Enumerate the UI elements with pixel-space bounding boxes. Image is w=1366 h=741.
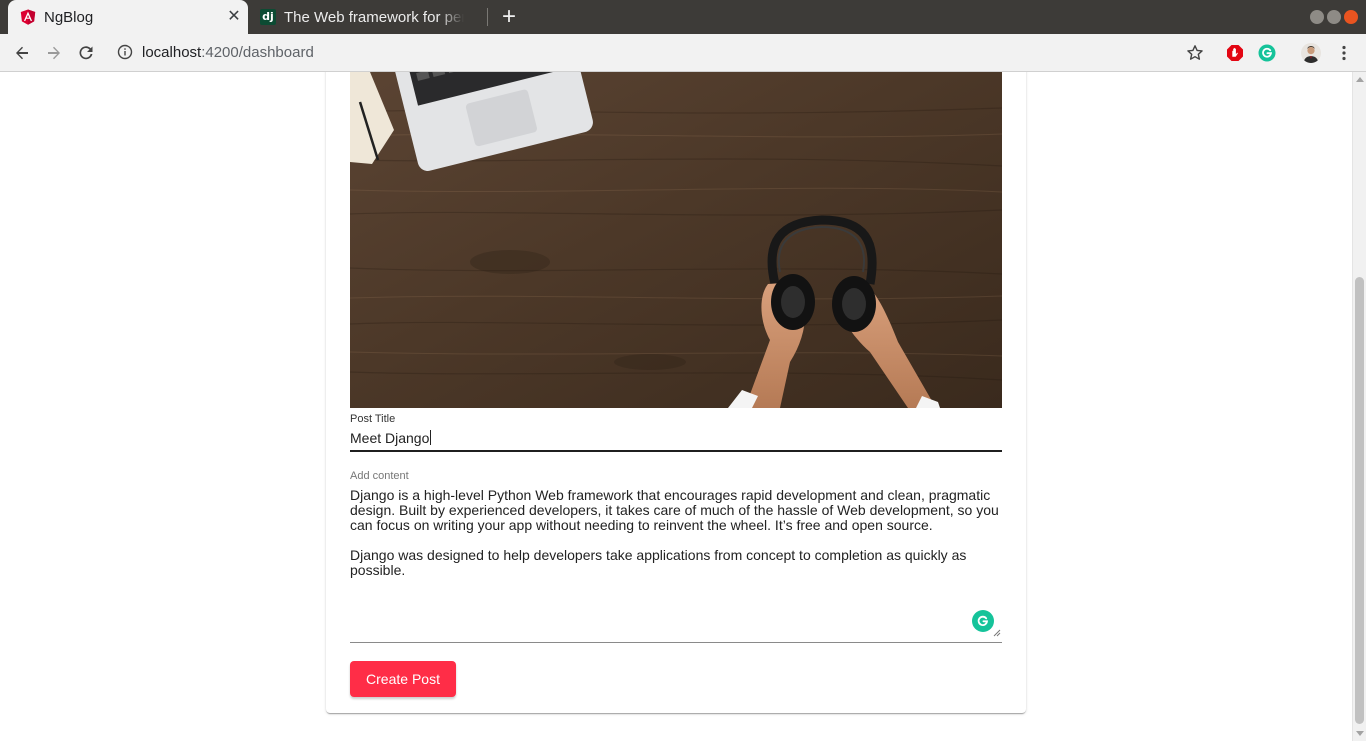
window-controls <box>1310 10 1358 24</box>
post-title-input[interactable]: Meet Django <box>350 430 432 446</box>
django-icon: dj <box>260 9 276 25</box>
scroll-up-arrow-icon[interactable] <box>1356 77 1364 82</box>
content-underline <box>350 642 1002 643</box>
bookmark-button[interactable] <box>1183 41 1207 65</box>
tab-strip: NgBlog ✕ dj The Web framework for perfec… <box>0 0 1366 34</box>
kebab-menu-icon <box>1342 45 1346 61</box>
grammarly-extension[interactable] <box>1255 41 1279 65</box>
content-paragraph: Django was designed to help developers t… <box>350 547 967 578</box>
back-button[interactable] <box>10 41 34 65</box>
arrow-left-icon <box>16 46 28 60</box>
content-label: Add content <box>350 470 409 482</box>
star-icon <box>1187 45 1203 60</box>
reload-button[interactable] <box>74 41 98 65</box>
reload-icon <box>79 46 93 60</box>
adblock-icon <box>1227 45 1243 61</box>
post-cover-image <box>350 72 1002 408</box>
scrollbar-thumb[interactable] <box>1355 277 1364 724</box>
tab-django[interactable]: dj The Web framework for perfectionists … <box>252 0 486 34</box>
post-title-underline <box>350 450 1002 452</box>
angular-icon <box>20 9 36 25</box>
minimize-button[interactable] <box>1310 10 1324 24</box>
text-caret <box>430 430 432 445</box>
url-field[interactable]: localhost:4200/dashboard <box>142 44 314 61</box>
create-post-button[interactable]: Create Post <box>350 661 456 697</box>
tab-ngblog[interactable]: NgBlog ✕ <box>8 0 248 34</box>
new-tab-button[interactable]: + <box>498 5 520 29</box>
scroll-down-arrow-icon[interactable] <box>1356 731 1364 736</box>
browser-toolbar: localhost:4200/dashboard <box>0 34 1366 72</box>
profile-avatar[interactable] <box>1299 41 1323 65</box>
adblock-extension[interactable] <box>1223 41 1247 65</box>
content-paragraph: Django is a high-level Python Web framew… <box>350 487 999 533</box>
post-title-value: Meet Django <box>350 430 430 446</box>
tab-title: NgBlog <box>44 8 94 26</box>
post-title-label: Post Title <box>350 413 396 425</box>
url-path: :4200/dashboard <box>201 44 314 61</box>
resize-handle-icon[interactable] <box>993 629 1001 637</box>
vertical-scrollbar[interactable] <box>1352 72 1366 741</box>
create-post-card: Post Title Meet Django Add content Djang… <box>326 72 1026 713</box>
tab-divider <box>487 8 488 26</box>
grammarly-icon <box>1258 44 1276 62</box>
close-tab-icon[interactable]: ✕ <box>226 9 242 25</box>
page-viewport: Post Title Meet Django Add content Djang… <box>0 72 1352 741</box>
maximize-button[interactable] <box>1327 10 1341 24</box>
content-textarea[interactable]: Django is a high-level Python Web framew… <box>350 488 1002 638</box>
url-host: localhost <box>142 44 202 61</box>
tab-title: The Web framework for perfectionists wit… <box>284 8 464 26</box>
grammarly-icon[interactable] <box>972 610 994 632</box>
grammarly-g-icon <box>977 615 988 626</box>
close-window-button[interactable] <box>1344 10 1358 24</box>
browser-menu-button[interactable] <box>1332 41 1356 65</box>
forward-button[interactable] <box>42 41 66 65</box>
arrow-right-icon <box>48 46 60 60</box>
avatar-icon <box>1301 43 1321 63</box>
info-icon[interactable] <box>117 44 133 60</box>
